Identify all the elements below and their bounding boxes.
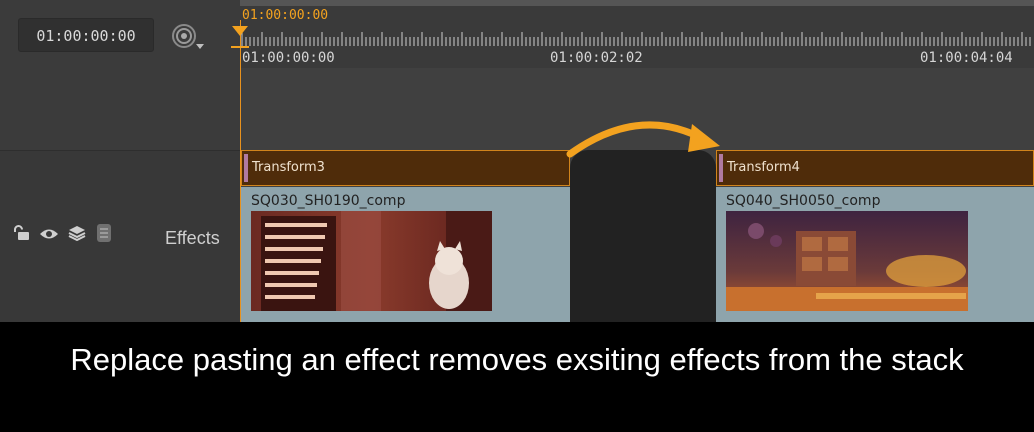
lock-icon[interactable] [12,225,30,245]
ruler-label: 01:00:02:02 [550,50,643,66]
timeline-screenshot: 01:00:00:00 Effects 01:00:00:00 01:00:00… [0,0,1034,432]
playhead-handle[interactable] [230,22,250,50]
track-name: Effects [165,228,220,248]
snap-target-icon[interactable] [168,22,206,52]
clip-thumbnail [726,211,968,311]
playhead-timecode: 01:00:00:00 [242,8,329,23]
empty-track-header [0,68,240,150]
playhead-line[interactable] [240,20,241,322]
clip-sq030[interactable]: SQ030_SH0190_comp [241,187,570,322]
clip-sq040[interactable]: SQ040_SH0050_comp [716,187,1034,322]
clip-name: SQ030_SH0190_comp [251,193,406,209]
layers-icon[interactable] [68,225,86,245]
ruler-scrollbar[interactable] [240,0,1034,6]
track-header-effects: Effects [0,150,240,323]
timeline-ruler[interactable]: 01:00:00:00 01:00:00:00 01:00:02:02 01:0… [240,0,1034,69]
ruler-ticks [241,32,1031,46]
eye-icon[interactable] [39,226,59,245]
clip-thumbnail [251,211,492,311]
effect-item-transform4[interactable]: Transform4 [716,150,1034,186]
disk-icon[interactable] [95,223,113,247]
current-timecode-field[interactable]: 01:00:00:00 [18,18,154,52]
ruler-label: 01:00:00:00 [242,50,335,66]
track-controls [12,223,113,247]
paste-arrow-icon [566,121,720,158]
effect-marker [244,154,248,182]
timeline-header-panel: 01:00:00:00 [0,0,240,69]
effect-name: Transform3 [252,160,325,175]
ruler-label: 01:00:04:04 [920,50,1013,66]
caption-text: Replace pasting an effect removes exsiti… [0,322,1034,432]
clip-name: SQ040_SH0050_comp [726,193,881,209]
effect-item-transform3[interactable]: Transform3 [241,150,570,186]
effect-name: Transform4 [727,160,800,175]
track-gap [570,150,716,322]
